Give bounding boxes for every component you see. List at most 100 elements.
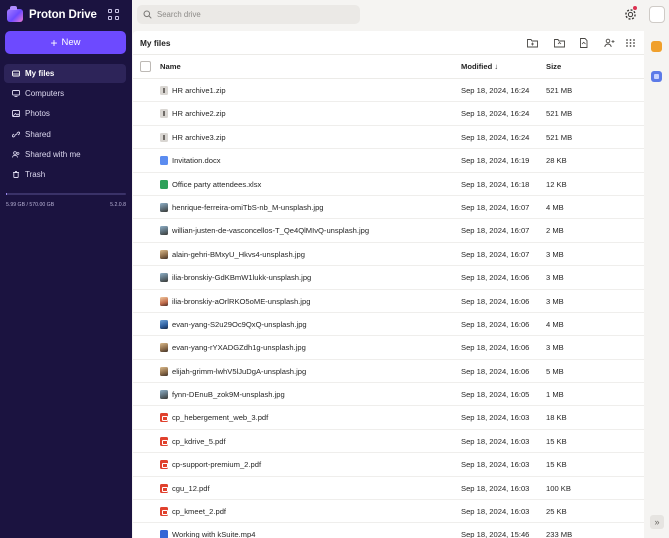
table-row[interactable]: cgu_12.pdf Sep 18, 2024, 16:03 100 KB — [133, 477, 644, 501]
sidebar-item-label: My files — [25, 69, 55, 78]
brand[interactable]: Proton Drive — [7, 5, 97, 24]
table-row[interactable]: HR archive3.zip Sep 18, 2024, 16:24 521 MB — [133, 126, 644, 150]
new-folder-icon[interactable] — [527, 38, 538, 48]
file-type-icon — [160, 319, 168, 329]
mail-app-icon[interactable] — [651, 71, 662, 82]
table-row[interactable]: HR archive1.zip Sep 18, 2024, 16:24 521 MB — [133, 79, 644, 103]
file-name: ilia-bronskiy-aOrlRKO5oME-unsplash.jpg — [172, 296, 311, 306]
file-list: HR archive1.zip Sep 18, 2024, 16:24 521 MB… — [133, 79, 644, 538]
file-size: 1 MB — [546, 390, 564, 400]
file-modified: Sep 18, 2024, 16:05 — [461, 390, 530, 400]
file-modified: Sep 18, 2024, 16:03 — [461, 483, 530, 493]
grid-view-icon[interactable] — [625, 38, 636, 48]
file-size: 3 MB — [546, 343, 564, 353]
file-size: 521 MB — [546, 109, 573, 119]
file-name: HR archive3.zip — [172, 132, 226, 142]
sidebar-item-computers[interactable]: Computers — [4, 84, 126, 103]
storage-bar — [6, 193, 126, 195]
file-type-icon — [160, 530, 168, 538]
file-name: elijah-grimm-lwhV5lJuDgA-unsplash.jpg — [172, 366, 307, 376]
sidebar-item-label: Shared — [25, 129, 51, 139]
file-name: Working with kSuite.mp4 — [172, 530, 256, 538]
select-all-checkbox[interactable] — [140, 61, 151, 72]
file-type-icon — [160, 202, 168, 212]
table-row[interactable]: henrique-ferreira-omiTbS-nb_M-unsplash.j… — [133, 196, 644, 220]
file-type-icon — [160, 436, 168, 446]
monitor-icon — [12, 90, 20, 98]
search-input[interactable] — [157, 10, 347, 19]
share-users-icon[interactable] — [604, 38, 615, 48]
upload-file-icon[interactable] — [578, 38, 589, 48]
file-modified: Sep 18, 2024, 15:46 — [461, 530, 530, 538]
new-button[interactable]: + New — [5, 31, 126, 54]
column-name-header[interactable]: Name — [160, 62, 181, 71]
table-header: Name Modified ↓ Size — [133, 55, 644, 79]
file-name: HR archive2.zip — [172, 109, 226, 119]
calendar-app-icon[interactable] — [651, 41, 662, 52]
sidebar-item-photos[interactable]: Photos — [4, 104, 126, 123]
table-row[interactable]: evan-yang-rYXADGZdh1g-unsplash.jpg Sep 18… — [133, 336, 644, 360]
file-type-icon — [160, 460, 168, 470]
file-type-icon — [160, 390, 168, 400]
table-row[interactable]: evan-yang-S2u29Oc9QxQ-unsplash.jpg Sep 18… — [133, 313, 644, 337]
column-size-header[interactable]: Size — [546, 62, 561, 71]
table-row[interactable]: cp_kmeet_2.pdf Sep 18, 2024, 16:03 25 KB — [133, 500, 644, 524]
sidebar-item-shared-with-me[interactable]: Shared with me — [4, 145, 126, 164]
table-row[interactable]: willian-justen-de-vasconcellos-T_Qe4QlMI… — [133, 219, 644, 243]
file-modified: Sep 18, 2024, 16:06 — [461, 273, 530, 283]
file-size: 28 KB — [546, 156, 567, 166]
file-modified: Sep 18, 2024, 16:07 — [461, 202, 530, 212]
file-name: cgu_12.pdf — [172, 483, 210, 493]
table-row[interactable]: cp-support-premium_2.pdf Sep 18, 2024, 16… — [133, 453, 644, 477]
file-modified: Sep 18, 2024, 16:24 — [461, 86, 530, 95]
file-modified: Sep 18, 2024, 16:19 — [461, 156, 530, 166]
file-type-icon — [160, 156, 168, 166]
sidebar-item-shared[interactable]: Shared — [4, 125, 126, 144]
hard-drive-icon — [12, 70, 20, 77]
table-row[interactable]: Working with kSuite.mp4 Sep 18, 2024, 15:… — [133, 523, 644, 538]
file-modified: Sep 18, 2024, 16:03 — [461, 460, 530, 470]
table-row[interactable]: ilia-bronskiy-GdKBmW1lukk-unsplash.jpg Se… — [133, 266, 644, 290]
storage-bar-fill — [6, 193, 8, 195]
column-modified-header[interactable]: Modified ↓ — [461, 62, 498, 71]
trash-icon — [12, 170, 20, 178]
file-size: 4 MB — [546, 202, 564, 212]
table-row[interactable]: fynn-DEnuB_zok9M-unsplash.jpg Sep 18, 202… — [133, 383, 644, 407]
storage-meter[interactable]: 5.99 GB / 570.00 GB 5.2.0.8 — [6, 193, 126, 208]
file-name: HR archive1.zip — [172, 86, 226, 95]
file-type-icon — [160, 507, 168, 517]
user-menu-button[interactable] — [649, 6, 665, 23]
file-type-icon — [160, 132, 168, 142]
table-row[interactable]: Invitation.docx Sep 18, 2024, 16:19 28 KB — [133, 149, 644, 173]
expand-rail-chevron-icon[interactable]: » — [650, 515, 664, 529]
file-name: evan-yang-rYXADGZdh1g-unsplash.jpg — [172, 343, 306, 353]
users-icon — [12, 150, 20, 158]
app-switcher-icon[interactable] — [108, 9, 119, 20]
table-row[interactable]: elijah-grimm-lwhV5lJuDgA-unsplash.jpg Sep… — [133, 360, 644, 384]
file-type-icon — [160, 179, 168, 189]
table-row[interactable]: cp_kdrive_5.pdf Sep 18, 2024, 16:03 15 KB — [133, 430, 644, 454]
search-bar[interactable] — [137, 5, 360, 24]
sidebar-item-my-files[interactable]: My files — [4, 64, 126, 83]
file-size: 5 MB — [546, 366, 564, 376]
table-row[interactable]: HR archive2.zip Sep 18, 2024, 16:24 521 MB — [133, 102, 644, 126]
upload-folder-icon[interactable] — [554, 38, 565, 48]
sort-arrow-down-icon: ↓ — [494, 62, 499, 71]
table-row[interactable]: Office party attendees.xlsx Sep 18, 2024,… — [133, 173, 644, 196]
file-name: ilia-bronskiy-GdKBmW1lukk-unsplash.jpg — [172, 273, 312, 283]
file-size: 3 MB — [546, 249, 564, 259]
table-row[interactable]: ilia-bronskiy-aOrlRKO5oME-unsplash.jpg Se… — [133, 290, 644, 313]
file-name: evan-yang-S2u29Oc9QxQ-unsplash.jpg — [172, 319, 307, 329]
table-row[interactable]: cp_hebergement_web_3.pdf Sep 18, 2024, 16… — [133, 406, 644, 430]
file-modified: Sep 18, 2024, 16:24 — [461, 109, 530, 119]
file-modified: Sep 18, 2024, 16:03 — [461, 507, 530, 517]
sidebar-item-label: Trash — [25, 169, 46, 179]
storage-used-text: 5.99 GB / 570.00 GB — [6, 202, 55, 208]
file-size: 18 KB — [546, 413, 567, 423]
right-rail: » — [645, 31, 669, 538]
table-row[interactable]: alain-gehri-BMxyU_Hkvs4-unsplash.jpg Sep … — [133, 243, 644, 267]
sidebar-item-label: Shared with me — [25, 149, 81, 159]
sidebar-item-trash[interactable]: Trash — [4, 165, 126, 184]
file-modified: Sep 18, 2024, 16:07 — [461, 226, 530, 236]
sidebar: Proton Drive + New My files Computers Ph… — [0, 0, 132, 538]
